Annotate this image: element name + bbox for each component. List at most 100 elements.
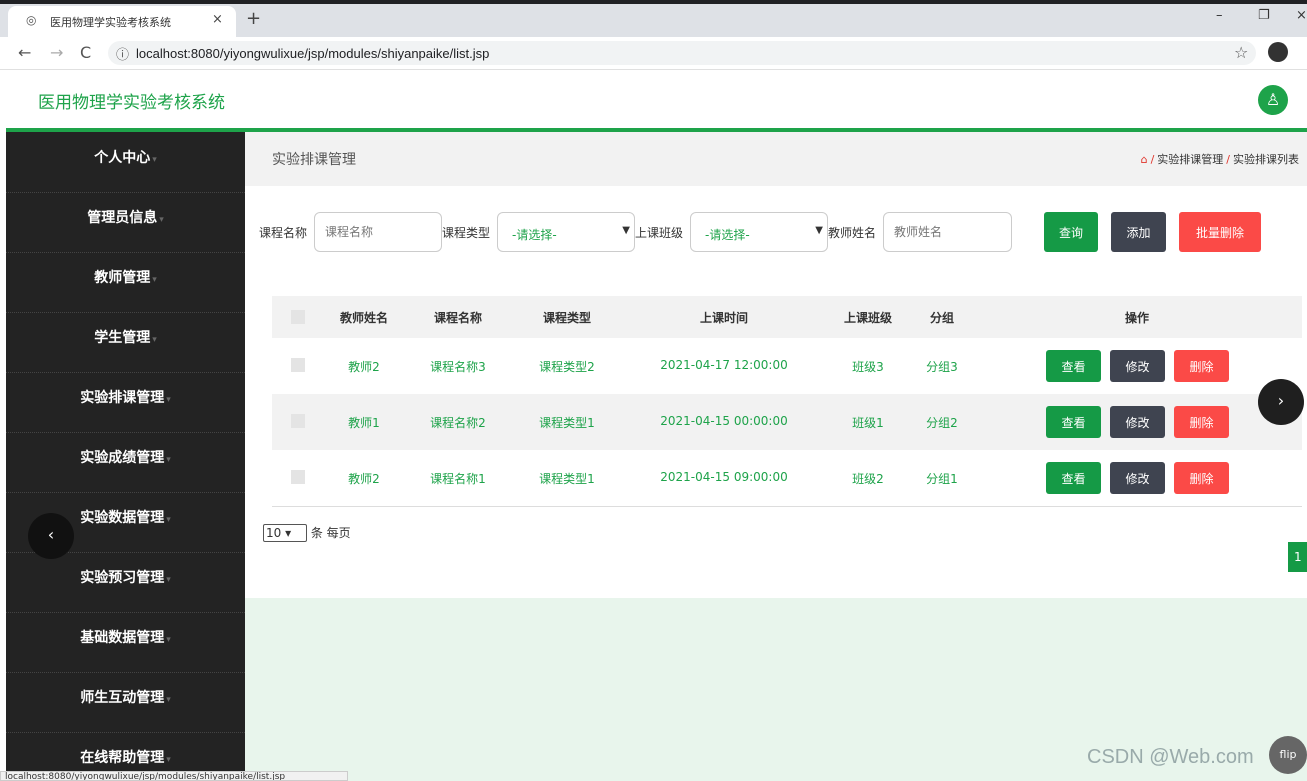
app-title: 医用物理学实验考核系统 (38, 93, 225, 112)
page-title: 实验排课管理 (272, 152, 356, 168)
cell-class: 班级3 (852, 360, 884, 374)
app-header: 医用物理学实验考核系统 ♙ (6, 70, 1307, 132)
restore-icon[interactable]: ❐ (1258, 8, 1270, 23)
row-checkbox[interactable] (291, 358, 305, 372)
page-size-select[interactable]: 10 ▾ (263, 524, 307, 542)
table-row: 教师2 课程名称1 课程类型1 2021-04-15 09:00:00 班级2 … (272, 450, 1302, 507)
sidebar-item-student-management[interactable]: 学生管理 ▾ (6, 312, 245, 373)
chevron-down-icon: ▾ (166, 395, 171, 405)
chevron-down-icon: ▾ (166, 755, 171, 765)
table-row: 教师1 课程名称2 课程类型1 2021-04-15 00:00:00 班级1 … (272, 394, 1302, 451)
slider-next-icon[interactable]: › (1258, 379, 1304, 425)
slider-prev-icon[interactable]: ‹ (28, 513, 74, 559)
sidebar-item-label: 学生管理 (94, 330, 151, 346)
site-favicon-icon: ◎ (26, 13, 37, 27)
bookmark-star-icon[interactable]: ☆ (1234, 43, 1248, 62)
table-row: 教师2 课程名称3 课程类型2 2021-04-17 12:00:00 班级3 … (272, 338, 1302, 395)
cell-course: 课程名称1 (430, 472, 486, 486)
cell-time: 2021-04-15 00:00:00 (660, 414, 788, 428)
delete-button[interactable]: 删除 (1174, 350, 1229, 382)
new-tab-icon[interactable]: + (246, 8, 261, 29)
reload-icon[interactable]: C (80, 43, 91, 62)
class-label: 上课班级 (635, 226, 684, 240)
batch-delete-button[interactable]: 批量删除 (1179, 212, 1261, 252)
cell-teacher: 教师1 (348, 416, 380, 430)
page-size-value: 10 (266, 526, 282, 540)
cell-time: 2021-04-15 09:00:00 (660, 470, 788, 484)
add-button[interactable]: 添加 (1111, 212, 1166, 252)
view-button[interactable]: 查看 (1046, 462, 1101, 494)
sidebar-item-label: 教师管理 (94, 270, 151, 286)
sidebar-item-teacher-student-interaction[interactable]: 师生互动管理 ▾ (6, 672, 245, 733)
course-type-value: -请选择- (512, 228, 557, 242)
sidebar-item-personal-center[interactable]: 个人中心 ▾ (6, 132, 245, 193)
edit-button[interactable]: 修改 (1110, 406, 1165, 438)
sidebar-item-label: 基础数据管理 (80, 630, 165, 646)
watermark: CSDN @Web.com (1087, 746, 1254, 768)
delete-button[interactable]: 删除 (1174, 462, 1229, 494)
select-all-checkbox[interactable] (291, 310, 305, 324)
breadcrumb-item-current: 实验排课列表 (1233, 153, 1299, 166)
edit-button[interactable]: 修改 (1110, 462, 1165, 494)
header-time: 上课时间 (699, 311, 748, 325)
chevron-down-icon: ▼ (622, 225, 630, 236)
teacher-name-input[interactable] (883, 212, 1012, 252)
cell-teacher: 教师2 (348, 360, 380, 374)
page-title-bar: 实验排课管理 ⌂ / 实验排课管理 / 实验排课列表 (245, 132, 1307, 186)
profile-icon[interactable] (1268, 42, 1288, 62)
cell-course: 课程名称2 (430, 416, 486, 430)
url-field[interactable]: ⓘ localhost:8080/yiyongwulixue/jsp/modul… (108, 41, 1256, 65)
delete-button[interactable]: 删除 (1174, 406, 1229, 438)
query-button[interactable]: 查询 (1044, 212, 1098, 252)
class-select[interactable]: -请选择- ▼ (690, 212, 828, 252)
cell-teacher: 教师2 (348, 472, 380, 486)
course-name-input[interactable] (314, 212, 442, 252)
sidebar-item-admin-info[interactable]: 管理员信息 ▾ (6, 192, 245, 253)
sidebar-item-experiment-scheduling[interactable]: 实验排课管理 ▾ (6, 372, 245, 433)
cell-group: 分组2 (926, 416, 958, 430)
sidebar-item-label: 在线帮助管理 (80, 750, 165, 766)
chevron-down-icon: ▾ (285, 526, 292, 540)
edit-button[interactable]: 修改 (1110, 350, 1165, 382)
forward-icon[interactable]: → (50, 43, 63, 62)
browser-tab[interactable]: ◎ 医用物理学实验考核系统 × (8, 6, 236, 37)
cell-group: 分组3 (926, 360, 958, 374)
site-info-icon[interactable]: ⓘ (116, 44, 129, 63)
status-bar-url: localhost:8080/yiyongwulixue/jsp/modules… (0, 771, 348, 781)
cell-course: 课程名称3 (430, 360, 486, 374)
row-checkbox[interactable] (291, 414, 305, 428)
sidebar-item-label: 实验成绩管理 (80, 450, 165, 466)
window-close-icon[interactable]: × (1296, 8, 1307, 23)
sidebar-item-basic-data[interactable]: 基础数据管理 ▾ (6, 612, 245, 673)
flip-button[interactable]: flip (1269, 736, 1307, 774)
minimize-icon[interactable]: – (1216, 8, 1223, 23)
chevron-down-icon: ▾ (166, 455, 171, 465)
sidebar-item-teacher-management[interactable]: 教师管理 ▾ (6, 252, 245, 313)
sidebar-item-experiment-preview[interactable]: 实验预习管理 ▾ (6, 552, 245, 613)
sidebar-item-experiment-scores[interactable]: 实验成绩管理 ▾ (6, 432, 245, 493)
cell-type: 课程类型1 (539, 416, 595, 430)
view-button[interactable]: 查看 (1046, 406, 1101, 438)
sidebar-item-label: 个人中心 (94, 150, 151, 166)
browser-tab-bar: ◎ 医用物理学实验考核系统 × + – ❐ × (0, 0, 1307, 37)
chevron-down-icon: ▼ (815, 225, 823, 236)
course-type-select[interactable]: -请选择- ▼ (497, 212, 635, 252)
user-avatar-icon[interactable]: ♙ (1258, 85, 1288, 115)
back-icon[interactable]: ← (18, 43, 31, 62)
chevron-down-icon: ▾ (152, 335, 157, 345)
course-name-label: 课程名称 (259, 226, 308, 240)
page-number-button[interactable]: 1 (1288, 542, 1307, 572)
chevron-down-icon: ▾ (166, 635, 171, 645)
class-value: -请选择- (705, 228, 750, 242)
breadcrumb-item[interactable]: 实验排课管理 (1157, 153, 1223, 166)
home-icon[interactable]: ⌂ (1141, 153, 1148, 166)
header-actions: 操作 (1124, 311, 1149, 325)
view-button[interactable]: 查看 (1046, 350, 1101, 382)
chevron-down-icon: ▾ (166, 575, 171, 585)
tab-close-icon[interactable]: × (212, 12, 223, 27)
sidebar-item-label: 师生互动管理 (80, 690, 165, 706)
row-checkbox[interactable] (291, 470, 305, 484)
address-bar: ← → C ⓘ localhost:8080/yiyongwulixue/jsp… (0, 37, 1307, 70)
sidebar-item-label: 实验排课管理 (80, 390, 165, 406)
header-group: 分组 (929, 311, 954, 325)
